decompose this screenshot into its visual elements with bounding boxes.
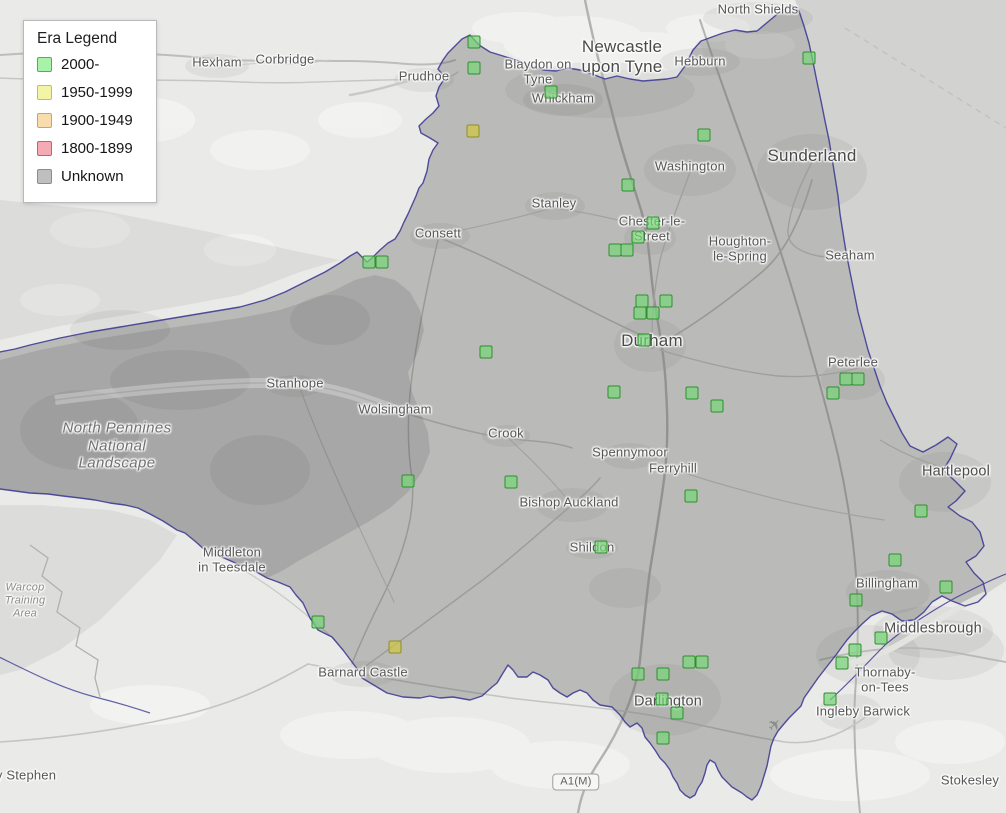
era-marker[interactable] [670,706,684,720]
era-marker[interactable] [914,504,928,518]
legend-item-label: Unknown [61,168,124,185]
era-marker[interactable] [888,553,902,567]
legend-item-label: 1950-1999 [61,84,133,101]
era-marker[interactable] [467,61,481,75]
era-swatch-icon [37,169,52,184]
era-marker[interactable] [466,124,480,138]
era-marker[interactable] [685,386,699,400]
era-marker[interactable] [710,399,724,413]
legend-item-label: 2000- [61,56,100,73]
era-marker[interactable] [467,35,481,49]
legend-item: Unknown [37,168,144,185]
legend-item: 1950-1999 [37,84,144,101]
map-canvas[interactable]: Newcastle upon Tyne Sunderland Durham Middl… [0,0,1006,813]
era-swatch-icon [37,141,52,156]
era-marker[interactable] [646,216,660,230]
era-marker[interactable] [646,306,660,320]
legend-items: 2000- 1950-1999 1900-1949 1800-1899 Unkn… [37,56,144,185]
era-marker[interactable] [835,656,849,670]
era-marker[interactable] [802,51,816,65]
era-marker[interactable] [631,230,645,244]
era-marker[interactable] [311,615,325,629]
legend-title: Era Legend [37,30,118,47]
era-swatch-icon [37,57,52,72]
era-marker[interactable] [594,540,608,554]
era-marker[interactable] [682,655,696,669]
era-marker[interactable] [684,489,698,503]
era-marker[interactable] [631,667,645,681]
era-marker[interactable] [849,593,863,607]
era-marker[interactable] [848,643,862,657]
era-marker[interactable] [851,372,865,386]
era-marker[interactable] [697,128,711,142]
era-legend: Era Legend 2000- 1950-1999 1900-1949 180… [23,20,157,203]
era-marker[interactable] [620,243,634,257]
era-marker[interactable] [607,385,621,399]
era-marker[interactable] [362,255,376,269]
era-marker[interactable] [659,294,673,308]
era-marker[interactable] [826,386,840,400]
era-marker[interactable] [544,85,558,99]
era-marker[interactable] [479,345,493,359]
legend-item: 1800-1899 [37,140,144,157]
legend-item: 1900-1949 [37,112,144,129]
era-swatch-icon [37,85,52,100]
legend-item-label: 1900-1949 [61,112,133,129]
era-marker[interactable] [401,474,415,488]
era-marker[interactable] [823,692,837,706]
era-marker[interactable] [939,580,953,594]
era-swatch-icon [37,113,52,128]
era-marker[interactable] [656,667,670,681]
era-marker[interactable] [504,475,518,489]
era-marker[interactable] [375,255,389,269]
era-marker[interactable] [637,333,651,347]
legend-item: 2000- [37,56,144,73]
era-marker[interactable] [388,640,402,654]
era-marker[interactable] [874,631,888,645]
legend-item-label: 1800-1899 [61,140,133,157]
era-marker[interactable] [655,692,669,706]
era-marker[interactable] [695,655,709,669]
era-marker[interactable] [621,178,635,192]
era-marker[interactable] [656,731,670,745]
era-marker[interactable] [633,306,647,320]
